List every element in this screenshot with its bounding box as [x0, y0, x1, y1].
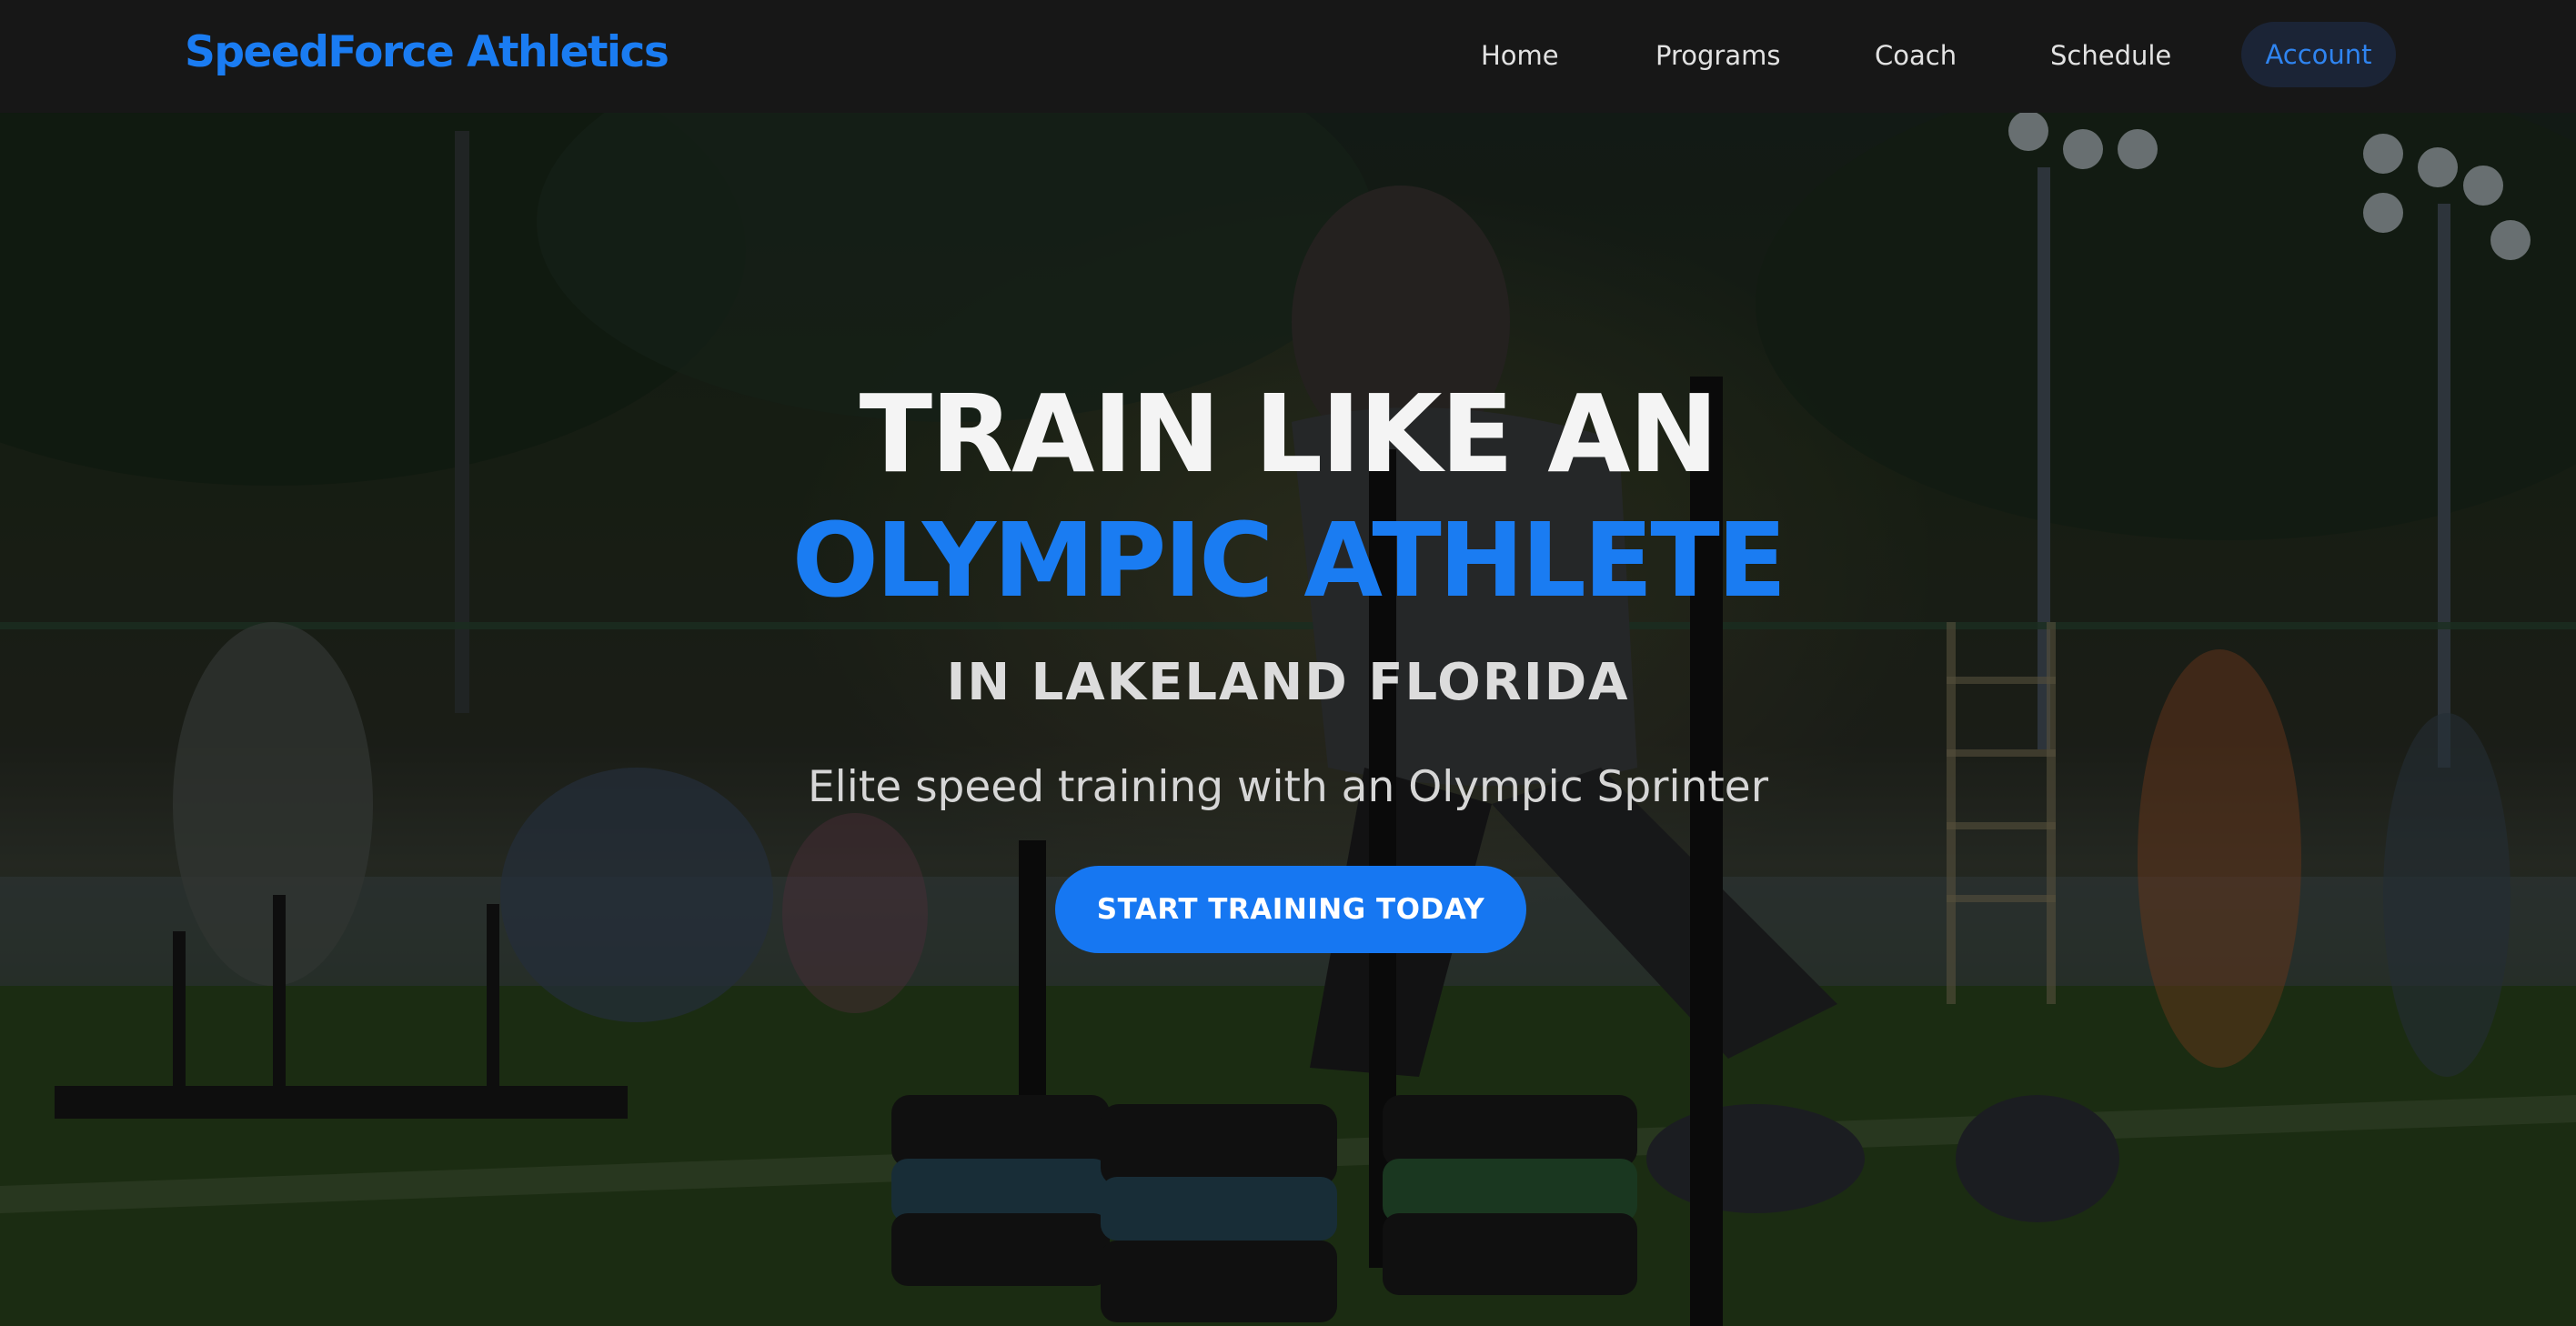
- nav-item-coach[interactable]: Coach: [1875, 36, 1957, 75]
- nav-item-home[interactable]: Home: [1481, 36, 1559, 75]
- start-training-button[interactable]: START TRAINING TODAY: [1055, 866, 1526, 953]
- brand-logo-link[interactable]: SpeedForce Athletics: [185, 27, 669, 77]
- account-button[interactable]: Account: [2241, 22, 2396, 87]
- hero-headline-line2: OLYMPIC ATHLETE: [791, 502, 1787, 620]
- hero-dark-overlay: [0, 113, 2576, 1326]
- nav-item-schedule[interactable]: Schedule: [2050, 36, 2171, 75]
- hero-section: [0, 113, 2576, 1326]
- nav-item-programs[interactable]: Programs: [1655, 36, 1780, 75]
- top-navbar: SpeedForce Athletics Home Programs Coach…: [0, 0, 2576, 113]
- hero-headline-location: IN LAKELAND FLORIDA: [946, 653, 1630, 712]
- hero-headline-line1: TRAIN LIKE AN: [859, 371, 1719, 497]
- hero-tagline: Elite speed training with an Olympic Spr…: [807, 762, 1769, 812]
